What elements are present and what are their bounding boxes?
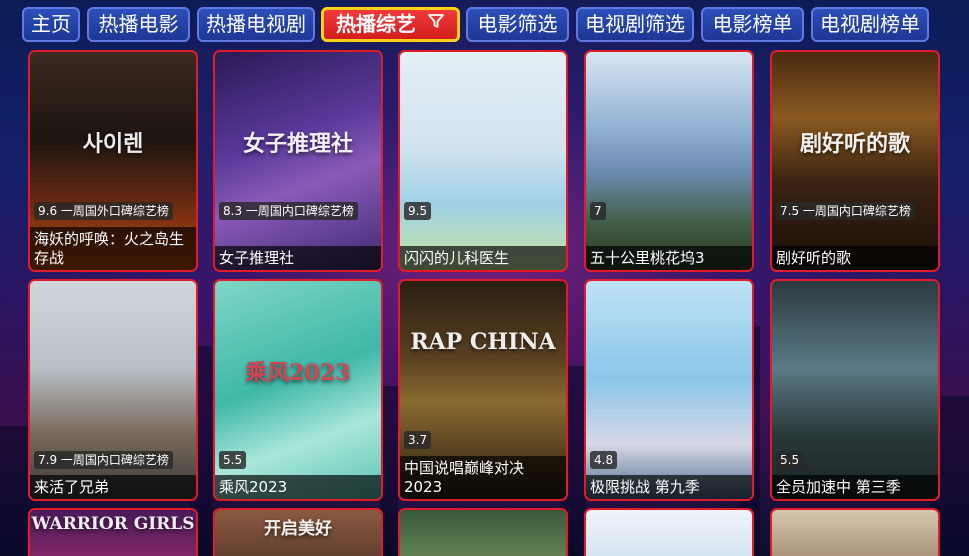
rating-badge: 5.5 — [776, 451, 804, 469]
media-card[interactable]: 开启美好 — [213, 508, 383, 556]
rating-badge: 3.7 — [404, 431, 432, 449]
media-card[interactable]: RAP CHINA 3.7 中国说唱巅峰对决2023 — [398, 279, 568, 501]
card-title: 剧好听的歌 — [772, 246, 938, 270]
poster-logo: 剧好听的歌 — [799, 131, 910, 158]
rating-badge: 9.6 一周国外口碑综艺榜 — [34, 202, 173, 220]
poster-logo: RAP CHINA — [410, 328, 556, 355]
card-title: 乘风2023 — [215, 475, 381, 499]
media-card[interactable]: 4.8 极限挑战 第九季 — [584, 279, 754, 501]
rating-badge: 5.5 — [219, 451, 247, 469]
poster-image — [772, 52, 938, 270]
rating-badge: 4.8 — [590, 451, 618, 469]
card-title: 五十公里桃花坞3 — [586, 246, 752, 270]
poster-image — [586, 52, 752, 270]
rating-badge: 8.3 一周国内口碑综艺榜 — [219, 202, 358, 220]
media-card[interactable]: 7.9 一周国内口碑综艺榜 来活了兄弟 — [28, 279, 198, 501]
poster-image — [772, 510, 938, 556]
rating-badge: 7.9 一周国内口碑综艺榜 — [34, 451, 173, 469]
media-card[interactable]: 7 五十公里桃花坞3 — [584, 50, 754, 272]
media-card[interactable] — [584, 508, 754, 556]
poster-logo: 乘风2023 — [245, 360, 351, 387]
rating-badge: 7 — [590, 202, 606, 220]
media-card[interactable]: WARRIOR GIRLS — [28, 508, 198, 556]
poster-image — [400, 52, 566, 270]
media-card[interactable]: 사이렌 9.6 一周国外口碑综艺榜 海妖的呼唤：火之岛生存战 — [28, 50, 198, 272]
media-card[interactable]: 乘风2023 5.5 乘风2023 — [213, 279, 383, 501]
media-card[interactable] — [398, 508, 568, 556]
card-title: 全员加速中 第三季 — [772, 475, 938, 499]
media-card[interactable]: 9.5 闪闪的儿科医生 — [398, 50, 568, 272]
card-title: 来活了兄弟 — [30, 475, 196, 499]
poster-logo: WARRIOR GIRLS — [31, 514, 195, 534]
poster-image — [586, 510, 752, 556]
card-title: 极限挑战 第九季 — [586, 475, 752, 499]
poster-image — [215, 52, 381, 270]
content-grid: 사이렌 9.6 一周国外口碑综艺榜 海妖的呼唤：火之岛生存战 女子推理社 8.3… — [0, 0, 969, 556]
rating-badge: 7.5 一周国内口碑综艺榜 — [776, 202, 915, 220]
poster-logo: 사이렌 — [82, 131, 144, 158]
card-title: 海妖的呼唤：火之岛生存战 — [30, 227, 196, 270]
card-title: 中国说唱巅峰对决2023 — [400, 456, 566, 499]
card-title: 闪闪的儿科医生 — [400, 246, 566, 270]
media-card[interactable]: 5.5 全员加速中 第三季 — [770, 279, 940, 501]
rating-badge: 9.5 — [404, 202, 432, 220]
media-card[interactable]: 剧好听的歌 7.5 一周国内口碑综艺榜 剧好听的歌 — [770, 50, 940, 272]
poster-image — [400, 510, 566, 556]
poster-logo: 开启美好 — [264, 519, 332, 539]
poster-logo: 女子推理社 — [242, 131, 353, 158]
media-card[interactable] — [770, 508, 940, 556]
media-card[interactable]: 女子推理社 8.3 一周国内口碑综艺榜 女子推理社 — [213, 50, 383, 272]
card-title: 女子推理社 — [215, 246, 381, 270]
